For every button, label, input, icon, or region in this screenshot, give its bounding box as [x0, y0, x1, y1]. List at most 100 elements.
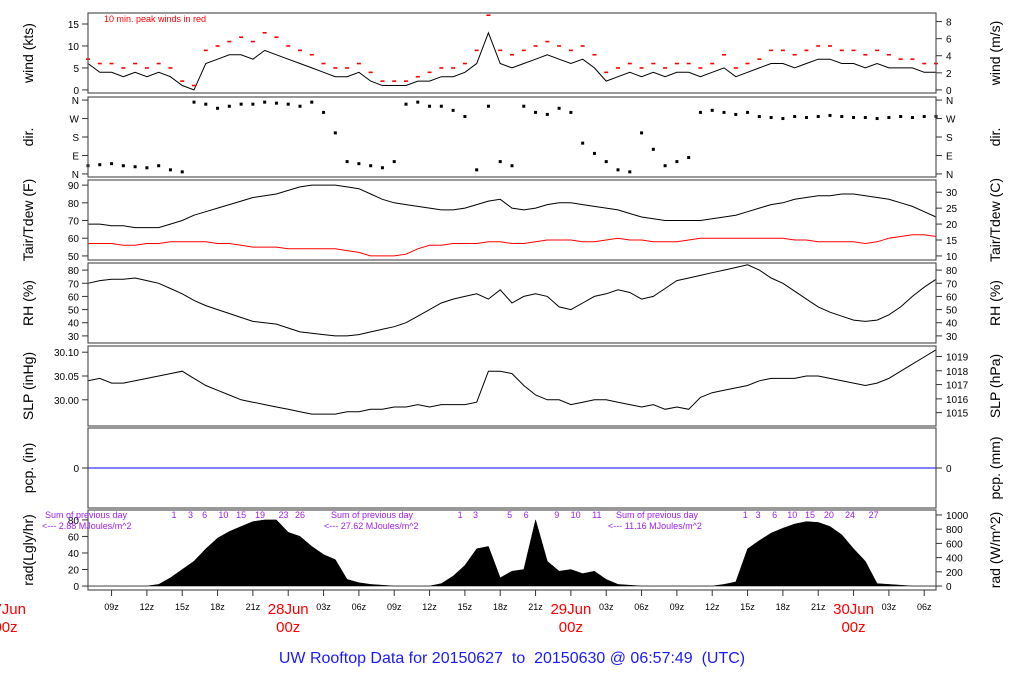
- time-tick-label: 03z: [882, 602, 897, 612]
- direction-point: [604, 160, 608, 164]
- wind-panel-frame: [87, 12, 937, 94]
- right-tick-label: 6: [946, 35, 952, 46]
- radiation-sum-value: <--- 27.62 MJoules/m^2: [324, 521, 419, 531]
- right-tick-label: 200: [946, 568, 963, 579]
- direction-point: [757, 114, 761, 118]
- direction-point: [486, 104, 490, 108]
- direction-point: [251, 102, 255, 106]
- direction-point: [192, 100, 196, 104]
- left-tick-label: 40: [68, 549, 80, 560]
- peak-wind-mark: [804, 49, 809, 52]
- direction-point: [557, 106, 561, 110]
- left-tick-label: 60: [68, 292, 80, 303]
- radiation-hour-mark: 3: [756, 510, 761, 520]
- right-tick-label: 25: [946, 204, 958, 215]
- left-tick-label: 5: [73, 64, 79, 75]
- temp-ylabel-left: Tair/Tdew (F): [20, 179, 36, 261]
- direction-point: [793, 114, 797, 118]
- time-tick-label: 09z: [387, 602, 402, 612]
- peak-wind-mark: [722, 53, 726, 56]
- peak-wind-mark: [639, 67, 644, 69]
- peak-wind-mark: [922, 62, 927, 65]
- direction-point: [216, 106, 220, 110]
- peak-wind-mark: [356, 62, 361, 65]
- direction-point: [804, 116, 808, 120]
- left-tick-label: 30.00: [54, 396, 79, 407]
- right-tick-label: 800: [946, 525, 963, 536]
- peak-wind-mark: [510, 53, 514, 56]
- right-tick-label: 30: [946, 188, 958, 199]
- peak-wind-mark: [616, 67, 620, 69]
- time-tick-label: 12z: [705, 602, 720, 612]
- time-tick-label: 18z: [210, 602, 225, 612]
- peak-wind-mark: [427, 71, 432, 74]
- time-tick-label: 06z: [917, 602, 932, 612]
- right-tick-label: 1000: [946, 511, 969, 522]
- peak-wind-mark: [498, 49, 503, 52]
- peak-wind-mark: [686, 62, 691, 65]
- direction-point: [428, 104, 432, 108]
- right-tick-label: S: [946, 133, 953, 144]
- peak-wind-mark: [863, 53, 868, 56]
- right-tick-label: 600: [946, 539, 963, 550]
- radiation-sum-label: Sum of previous day: [45, 510, 128, 520]
- direction-point: [899, 114, 903, 118]
- peak-wind-mark: [203, 49, 208, 52]
- direction-point: [263, 100, 267, 104]
- direction-point: [522, 104, 526, 108]
- time-tick-label: 21z: [528, 602, 543, 612]
- peak-wind-mark: [910, 58, 915, 60]
- peak-wind-mark: [698, 67, 703, 69]
- direction-point: [828, 113, 832, 117]
- direction-point: [863, 116, 867, 120]
- peak-wind-mark: [816, 45, 821, 47]
- time-tick-label: 18z: [776, 602, 791, 612]
- direction-point: [651, 147, 655, 151]
- peak-wind-mark: [886, 53, 891, 56]
- date-sub-label: 00z: [276, 619, 300, 636]
- left-tick-label: 80: [68, 266, 80, 277]
- peak-wind-mark: [557, 45, 562, 47]
- direction-point: [746, 110, 750, 114]
- right-tick-label: 40: [946, 319, 958, 330]
- peak-wind-mark: [521, 49, 526, 52]
- peak-wind-mark: [745, 62, 750, 65]
- radiation-hour-mark: 15: [236, 510, 246, 520]
- right-tick-label: 8: [946, 18, 952, 29]
- date-label: 27Jun: [0, 601, 26, 618]
- left-tick-label: 30.05: [54, 372, 79, 383]
- radiation-hour-mark: 11: [592, 510, 601, 520]
- peak-wind-mark: [757, 58, 762, 60]
- right-tick-label: 2: [946, 69, 952, 80]
- time-tick-label: 15z: [458, 602, 473, 612]
- right-tick-label: 1019: [946, 352, 969, 363]
- left-tick-label: 30: [68, 332, 80, 343]
- peak-wind-mark: [298, 49, 302, 52]
- direction-point: [734, 112, 738, 116]
- left-tick-label: 0: [73, 464, 79, 475]
- right-tick-label: 20: [946, 220, 958, 231]
- peak-wind-note: 10 min. peak winds in red: [104, 14, 207, 24]
- time-tick-label: 06z: [352, 602, 367, 612]
- pcp-ylabel-left: pcp. (in): [20, 443, 36, 494]
- peak-wind-mark: [604, 71, 609, 74]
- direction-point: [286, 102, 290, 106]
- right-tick-label: N: [946, 96, 953, 107]
- right-tick-label: 1017: [946, 381, 969, 392]
- peak-wind-mark: [192, 84, 196, 87]
- peak-wind-mark: [568, 49, 573, 52]
- peak-wind-mark: [180, 80, 185, 82]
- radiation-hour-mark: 3: [473, 510, 478, 520]
- radiation-hour-mark: 6: [772, 510, 777, 520]
- direction-point: [592, 151, 596, 155]
- weather-chart: 05101502468wind (kts) wind (m/s)NESWNNESW…: [0, 12, 1003, 636]
- peak-wind-mark: [545, 40, 550, 43]
- peak-wind-mark: [321, 62, 326, 65]
- direction-point: [357, 162, 361, 166]
- chart-title: UW Rooftop Data for 20150627 to 20150630…: [278, 650, 746, 667]
- direction-point: [769, 116, 773, 120]
- direction-point: [110, 162, 114, 166]
- radiation-hour-mark: 20: [824, 510, 834, 520]
- direction-point: [628, 170, 632, 174]
- direction-point: [133, 165, 137, 169]
